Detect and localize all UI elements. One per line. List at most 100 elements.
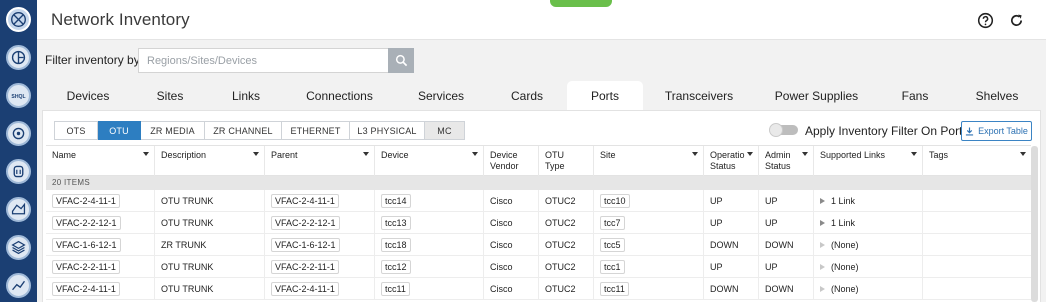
expand-arrow-icon[interactable] (820, 198, 825, 204)
parent-chip[interactable]: VFAC-2-2-11-1 (271, 260, 339, 274)
sort-caret-icon[interactable] (363, 152, 369, 156)
layers-icon[interactable] (6, 235, 31, 260)
sort-caret-icon[interactable] (802, 152, 808, 156)
export-table-button[interactable]: Export Table (961, 121, 1032, 141)
cell-name[interactable]: VFAC-1-6-12-1 (46, 234, 155, 256)
device-chip[interactable]: tcc12 (381, 260, 411, 274)
tab-shelves[interactable]: Shelves (962, 81, 1032, 110)
col-header-oper-status[interactable]: Operatio Status (704, 146, 759, 176)
tab-services[interactable]: Services (404, 81, 478, 110)
cell-name[interactable]: VFAC-2-4-11-1 (46, 278, 155, 300)
cell-parent[interactable]: VFAC-2-4-11-1 (265, 190, 375, 212)
cell-site[interactable]: tcc11 (594, 278, 704, 300)
device-chip[interactable]: tcc14 (381, 194, 411, 208)
cell-device[interactable]: tcc13 (375, 212, 484, 234)
cell-supported-links[interactable]: 1 Link (814, 212, 923, 234)
site-chip[interactable]: tcc10 (600, 194, 630, 208)
cell-parent[interactable]: VFAC-1-6-12-1 (265, 234, 375, 256)
cell-name[interactable]: VFAC-2-4-11-1 (46, 190, 155, 212)
site-chip[interactable]: tcc7 (600, 216, 625, 230)
cell-device[interactable]: tcc14 (375, 190, 484, 212)
globe-icon[interactable] (6, 7, 31, 32)
site-chip[interactable]: tcc11 (600, 282, 629, 296)
cell-site[interactable]: tcc7 (594, 212, 704, 234)
cell-device[interactable]: tcc18 (375, 234, 484, 256)
parent-chip[interactable]: VFAC-2-4-11-1 (271, 194, 339, 208)
name-chip[interactable]: VFAC-1-6-12-1 (52, 238, 121, 252)
col-header-parent[interactable]: Parent (265, 146, 375, 176)
sort-caret-icon[interactable] (747, 152, 753, 156)
device-chip[interactable]: tcc18 (381, 238, 411, 252)
cell-supported-links[interactable]: 1 Link (814, 190, 923, 212)
col-header-tags[interactable]: Tags (923, 146, 1031, 176)
sort-caret-icon[interactable] (692, 152, 698, 156)
table-row[interactable]: VFAC-2-4-11-1 OTU TRUNK VFAC-2-4-11-1 tc… (46, 190, 1031, 212)
subtab-otu[interactable]: OTU (98, 121, 141, 140)
col-header-name[interactable]: Name (46, 146, 155, 176)
site-chip[interactable]: tcc5 (600, 238, 625, 252)
help-circle-icon[interactable] (976, 11, 994, 29)
sort-caret-icon[interactable] (1020, 152, 1026, 156)
name-chip[interactable]: VFAC-2-2-11-1 (52, 260, 120, 274)
cell-parent[interactable]: VFAC-2-2-11-1 (265, 256, 375, 278)
mc-icon[interactable] (6, 159, 31, 184)
site-chip[interactable]: tcc1 (600, 260, 625, 274)
table-row[interactable]: VFAC-2-4-11-1 OTU TRUNK VFAC-2-4-11-1 tc… (46, 278, 1031, 300)
tab-cards[interactable]: Cards (492, 81, 562, 110)
col-header-admin-status[interactable]: Admin Status (759, 146, 814, 176)
tab-devices[interactable]: Devices (51, 81, 125, 110)
name-chip[interactable]: VFAC-2-4-11-1 (52, 194, 120, 208)
cell-site[interactable]: tcc5 (594, 234, 704, 256)
col-header-site[interactable]: Site (594, 146, 704, 176)
filter-input[interactable] (138, 48, 388, 73)
tab-sites[interactable]: Sites (136, 81, 204, 110)
tab-connections[interactable]: Connections (293, 81, 386, 110)
subtab-zr-channel[interactable]: ZR CHANNEL (205, 121, 282, 140)
tab-transceivers[interactable]: Transceivers (652, 81, 746, 110)
col-header-description[interactable]: Description (155, 146, 265, 176)
sort-caret-icon[interactable] (253, 152, 259, 156)
table-row[interactable]: VFAC-1-6-12-1 ZR TRUNK VFAC-1-6-12-1 tcc… (46, 234, 1031, 256)
cell-site[interactable]: tcc10 (594, 190, 704, 212)
tab-fans[interactable]: Fans (885, 81, 945, 110)
device-chip[interactable]: tcc11 (381, 282, 410, 296)
cell-parent[interactable]: VFAC-2-2-12-1 (265, 212, 375, 234)
inventory-filter-toggle[interactable] (769, 123, 798, 137)
cell-device[interactable]: tcc12 (375, 256, 484, 278)
tab-power-supplies[interactable]: Power Supplies (763, 81, 870, 110)
tab-links[interactable]: Links (217, 81, 275, 110)
vertical-scrollbar[interactable] (1031, 146, 1038, 302)
sort-caret-icon[interactable] (143, 152, 149, 156)
col-header-device-vendor[interactable]: Device Vendor (484, 146, 539, 176)
cell-name[interactable]: VFAC-2-2-11-1 (46, 256, 155, 278)
table-row[interactable]: VFAC-2-2-12-1 OTU TRUNK VFAC-2-2-12-1 tc… (46, 212, 1031, 234)
parent-chip[interactable]: VFAC-2-2-12-1 (271, 216, 340, 230)
col-header-supported-links[interactable]: Supported Links (814, 146, 923, 176)
col-header-otu-type[interactable]: OTU Type (539, 146, 594, 176)
analytics-icon[interactable] (6, 273, 31, 298)
map-icon[interactable] (6, 197, 31, 222)
subtab-ethernet[interactable]: ETHERNET (282, 121, 350, 140)
sort-caret-icon[interactable] (472, 152, 478, 156)
parent-chip[interactable]: VFAC-2-4-11-1 (271, 282, 339, 296)
subtab-l3-physical[interactable]: L3 PHYSICAL (350, 121, 425, 140)
table-row[interactable]: VFAC-2-2-11-1 OTU TRUNK VFAC-2-2-11-1 tc… (46, 256, 1031, 278)
parent-chip[interactable]: VFAC-1-6-12-1 (271, 238, 340, 252)
name-chip[interactable]: VFAC-2-2-12-1 (52, 216, 121, 230)
sql-icon[interactable]: SHQL (6, 83, 31, 108)
search-button[interactable] (388, 48, 414, 73)
subtab-ots[interactable]: OTS (54, 121, 98, 140)
subtab-mc[interactable]: MC (425, 121, 465, 140)
col-header-device[interactable]: Device (375, 146, 484, 176)
cell-device[interactable]: tcc11 (375, 278, 484, 300)
refresh-icon[interactable] (1007, 11, 1025, 29)
name-chip[interactable]: VFAC-2-4-11-1 (52, 282, 120, 296)
device-chip[interactable]: tcc13 (381, 216, 411, 230)
cell-name[interactable]: VFAC-2-2-12-1 (46, 212, 155, 234)
tab-ports[interactable]: Ports (567, 81, 643, 110)
sort-caret-icon[interactable] (911, 152, 917, 156)
subtab-zr-media[interactable]: ZR MEDIA (141, 121, 205, 140)
expand-arrow-icon[interactable] (820, 220, 825, 226)
planner-icon[interactable] (6, 45, 31, 70)
cell-site[interactable]: tcc1 (594, 256, 704, 278)
